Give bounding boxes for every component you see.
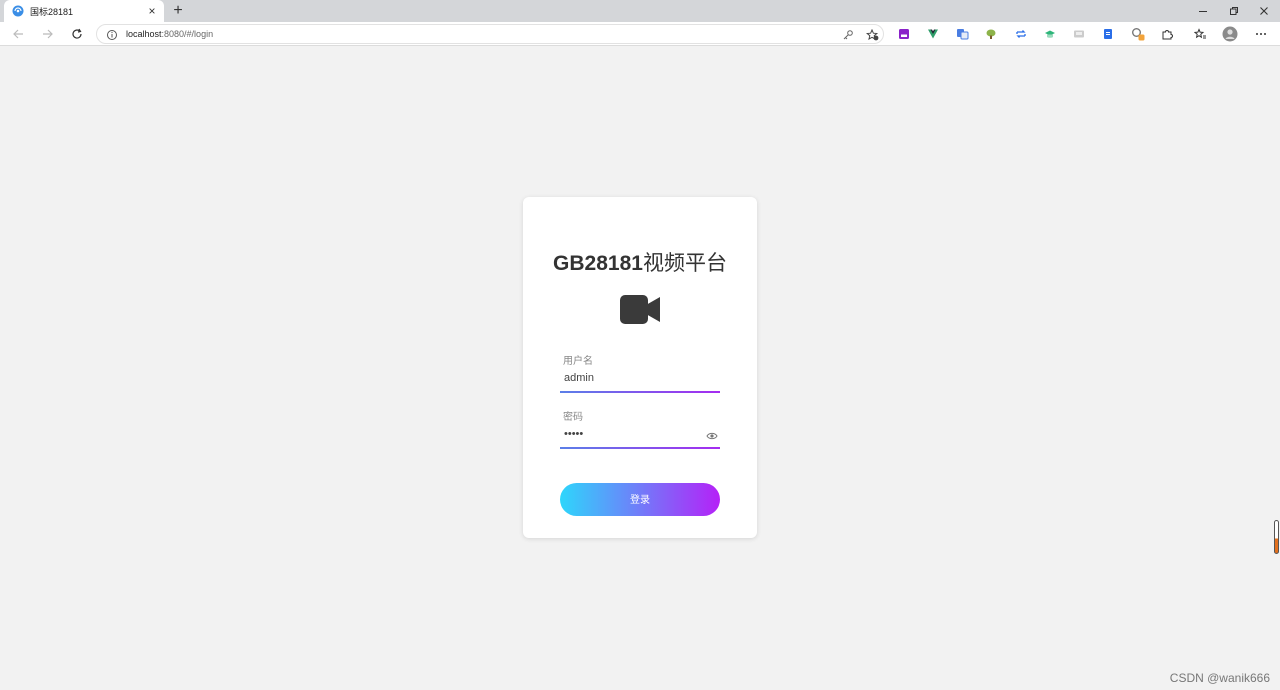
ext-graduate[interactable] — [1042, 26, 1058, 42]
password-input[interactable] — [560, 425, 700, 443]
browser-toolbar: localhost:8080/#/login — [0, 22, 1280, 46]
eye-icon[interactable] — [706, 428, 718, 440]
key-icon[interactable] — [842, 28, 854, 46]
url-path: :8080/#/login — [161, 29, 214, 39]
star-add-icon[interactable] — [865, 28, 879, 46]
puzzle-icon[interactable] — [1159, 26, 1175, 42]
ext-translate[interactable] — [954, 26, 970, 42]
password-label: 密码 — [563, 412, 583, 423]
tab-strip: 国标28181 × + — [0, 0, 1280, 22]
url-host: localhost — [126, 29, 162, 39]
close-window-icon[interactable] — [1249, 0, 1279, 22]
refresh-icon[interactable] — [69, 26, 85, 42]
profile-icon[interactable] — [1222, 26, 1238, 42]
ext-vue[interactable] — [925, 26, 941, 42]
address-bar[interactable]: localhost:8080/#/login — [96, 24, 884, 44]
username-underline — [560, 391, 720, 393]
ext-search[interactable] — [1130, 26, 1146, 42]
username-input[interactable] — [560, 369, 720, 387]
favorites-icon[interactable] — [1192, 26, 1208, 42]
scroll-indicator[interactable] — [1274, 520, 1279, 554]
info-icon[interactable] — [106, 28, 118, 46]
ext-sync[interactable] — [1013, 26, 1029, 42]
minimize-icon[interactable] — [1188, 0, 1218, 22]
page-title: GB28181视频平台 — [0, 247, 1280, 277]
ext-gray[interactable] — [1071, 26, 1087, 42]
password-underline — [560, 447, 720, 449]
globe-icon — [12, 5, 24, 17]
username-label: 用户名 — [563, 356, 593, 367]
close-tab-icon[interactable]: × — [146, 5, 158, 17]
tab-title: 国标28181 — [30, 6, 74, 17]
ext-doc[interactable] — [1100, 26, 1116, 42]
restore-icon[interactable] — [1219, 0, 1249, 22]
watermark: CSDN @wanik666 — [1169, 671, 1270, 685]
title-rest: 视频平台 — [642, 252, 727, 275]
ext-tree[interactable] — [983, 26, 999, 42]
more-icon[interactable] — [1253, 26, 1269, 42]
login-button[interactable]: 登录 — [560, 483, 720, 516]
ext-purple[interactable] — [896, 26, 912, 42]
url-text[interactable]: localhost:8080/#/login — [126, 29, 213, 39]
browser-tab[interactable]: 国标28181 × — [4, 0, 164, 22]
video-camera-icon — [620, 295, 660, 324]
new-tab-button[interactable]: + — [169, 2, 187, 20]
title-bold: GB28181 — [553, 252, 643, 275]
back-icon[interactable] — [10, 26, 26, 42]
forward-icon[interactable] — [40, 26, 56, 42]
